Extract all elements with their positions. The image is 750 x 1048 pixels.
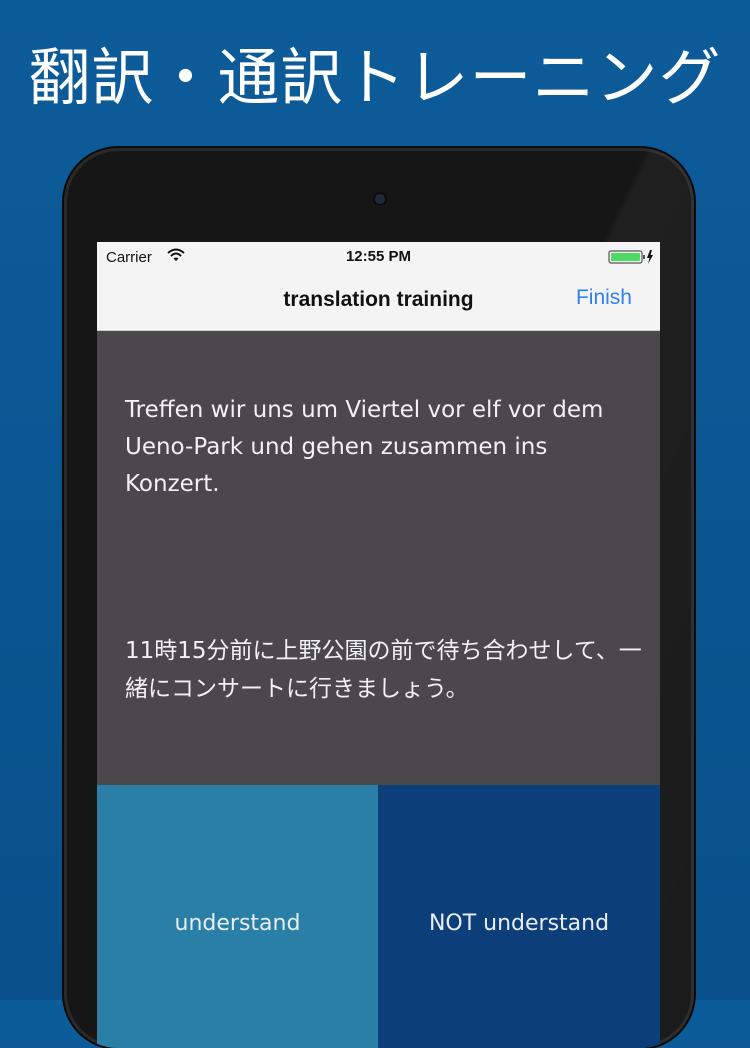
camera-icon [375, 194, 385, 204]
translation-sentence: 11時15分前に上野公園の前で待ち合わせして、一緒にコンサートに行きましょう。 [125, 638, 642, 702]
status-bar: Carrier 12:55 PM [97, 242, 660, 272]
tablet-device: Carrier 12:55 PM translation training Fi… [64, 148, 694, 1048]
charging-bolt-icon [647, 250, 653, 264]
source-sentence: Treffen wir uns um Viertel vor elf vor d… [125, 397, 604, 497]
battery-icon [608, 250, 653, 264]
understand-button[interactable]: understand [97, 785, 378, 1048]
status-time: 12:55 PM [345, 248, 412, 265]
app-screen: Carrier 12:55 PM translation training Fi… [97, 242, 660, 1048]
finish-button[interactable]: Finish [576, 286, 632, 310]
not-understand-button[interactable]: NOT understand [378, 785, 660, 1048]
promo-headline: 翻訳・通訳トレーニング [28, 41, 722, 114]
navigation-bar: translation training Finish [97, 272, 660, 331]
